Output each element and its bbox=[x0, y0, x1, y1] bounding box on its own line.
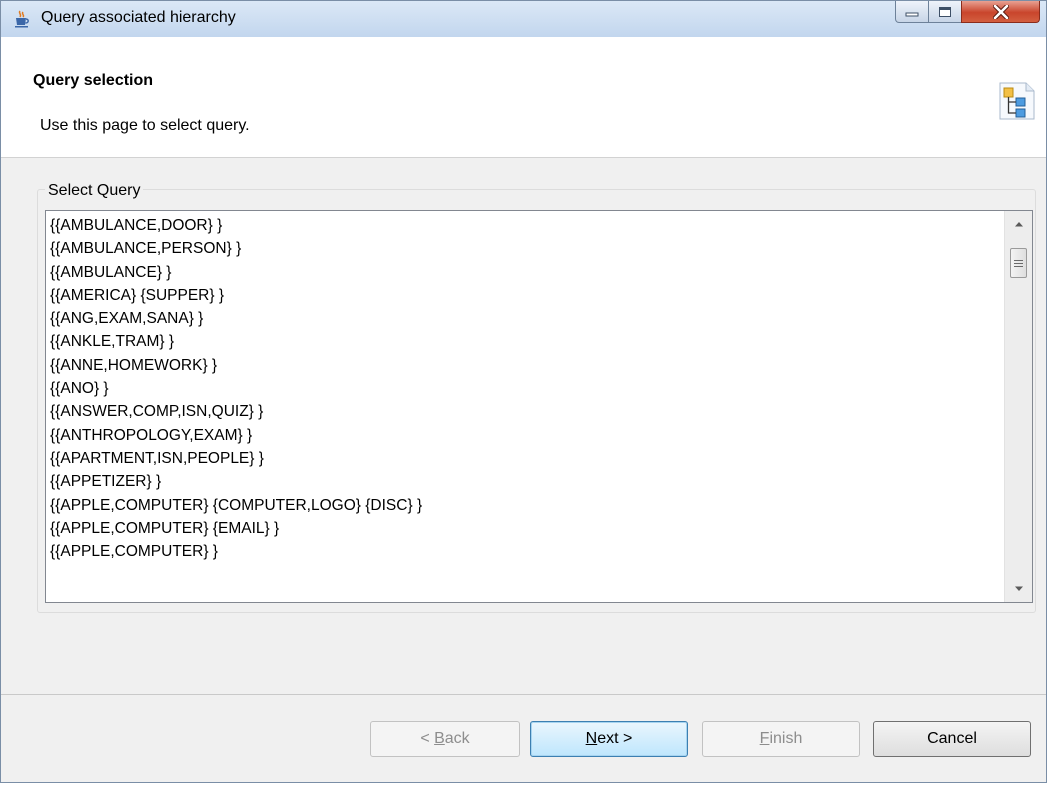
query-list-item[interactable]: {{ANO} } bbox=[50, 377, 1002, 400]
grip-line bbox=[1014, 262, 1023, 264]
query-list-item[interactable]: {{APARTMENT,ISN,PEOPLE} } bbox=[50, 447, 1002, 470]
next-button-label: ext > bbox=[597, 730, 633, 747]
maximize-button[interactable] bbox=[928, 1, 962, 23]
query-list-item[interactable]: {{AMBULANCE,DOOR} } bbox=[50, 214, 1002, 237]
select-query-label: Select Query bbox=[45, 182, 144, 200]
next-button[interactable]: Next > bbox=[530, 721, 688, 757]
query-list-item[interactable]: {{ANNE,HOMEWORK} } bbox=[50, 354, 1002, 377]
vertical-scrollbar[interactable] bbox=[1004, 211, 1032, 602]
wizard-header: Query selection Use this page to select … bbox=[1, 37, 1046, 158]
query-list[interactable]: {{AMBULANCE,DOOR} } {{AMBULANCE,PERSON} }… bbox=[45, 210, 1033, 603]
query-list-item[interactable]: {{APPLE,COMPUTER} {COMPUTER,LOGO} {DISC}… bbox=[50, 494, 1002, 517]
wizard-window: Query associated hierarchy Query selecti… bbox=[0, 0, 1047, 783]
wizard-content: Select Query {{AMBULANCE,DOOR} } {{AMBULA… bbox=[1, 158, 1046, 698]
next-button-mnemonic: N bbox=[585, 730, 598, 747]
arrow-down-icon bbox=[1014, 586, 1023, 591]
java-cup-icon bbox=[15, 10, 29, 28]
maximize-icon bbox=[939, 6, 951, 17]
query-list-item[interactable]: {{ANSWER,COMP,ISN,QUIZ} } bbox=[50, 400, 1002, 423]
scroll-down-button[interactable] bbox=[1005, 576, 1032, 602]
back-button-label: ack bbox=[444, 730, 470, 747]
page-description: Use this page to select query. bbox=[40, 117, 250, 134]
minimize-button[interactable] bbox=[895, 1, 929, 23]
query-list-item[interactable]: {{ANG,EXAM,SANA} } bbox=[50, 307, 1002, 330]
scroll-up-button[interactable] bbox=[1005, 211, 1032, 237]
back-button-prefix: < bbox=[420, 730, 435, 747]
window-title: Query associated hierarchy bbox=[41, 9, 236, 26]
arrow-up-icon bbox=[1014, 222, 1023, 227]
query-list-item[interactable]: {{ANKLE,TRAM} } bbox=[50, 330, 1002, 353]
back-button[interactable]: < Back bbox=[370, 721, 520, 757]
query-list-item[interactable]: {{ANTHROPOLOGY,EXAM} } bbox=[50, 424, 1002, 447]
query-list-item[interactable]: {{APPETIZER} } bbox=[50, 470, 1002, 493]
query-list-item[interactable]: {{APPLE,COMPUTER} } bbox=[50, 540, 1002, 563]
close-button[interactable] bbox=[961, 1, 1040, 23]
title-bar[interactable]: Query associated hierarchy bbox=[1, 1, 1046, 37]
back-button-mnemonic: B bbox=[434, 730, 445, 747]
cancel-button[interactable]: Cancel bbox=[873, 721, 1031, 757]
query-list-item[interactable]: {{APPLE,COMPUTER} {EMAIL} } bbox=[50, 517, 1002, 540]
close-icon bbox=[992, 4, 1009, 19]
hierarchy-icon bbox=[999, 82, 1035, 120]
finish-button-label: inish bbox=[769, 730, 803, 747]
grip-line bbox=[1014, 259, 1023, 261]
query-list-items: {{AMBULANCE,DOOR} } {{AMBULANCE,PERSON} }… bbox=[50, 214, 1002, 563]
query-list-item[interactable]: {{AMBULANCE,PERSON} } bbox=[50, 237, 1002, 260]
minimize-icon bbox=[905, 12, 919, 16]
grip-line bbox=[1014, 265, 1023, 267]
cancel-button-label: Cancel bbox=[927, 730, 977, 747]
query-list-item[interactable]: {{AMBULANCE} } bbox=[50, 261, 1002, 284]
finish-button[interactable]: Finish bbox=[702, 721, 860, 757]
page-title: Query selection bbox=[33, 72, 154, 89]
wizard-footer: < Back Next > Finish Cancel bbox=[1, 696, 1046, 782]
query-list-item[interactable]: {{AMERICA} {SUPPER} } bbox=[50, 284, 1002, 307]
finish-button-mnemonic: F bbox=[759, 730, 770, 747]
scroll-thumb[interactable] bbox=[1010, 248, 1027, 278]
